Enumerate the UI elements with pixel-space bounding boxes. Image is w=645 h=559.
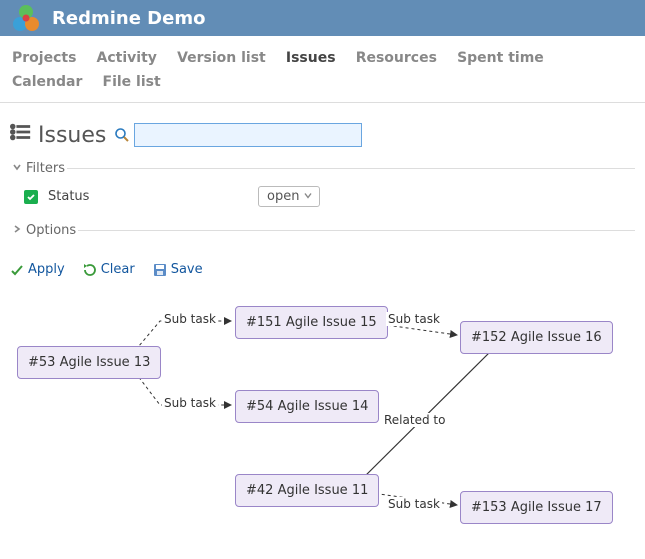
options-toggle[interactable]: Options — [10, 223, 78, 238]
nav-issues[interactable]: Issues — [278, 46, 344, 70]
nav-projects[interactable]: Projects — [4, 46, 84, 70]
issue-node-53[interactable]: #53 Agile Issue 13 — [17, 346, 161, 379]
app-title: Redmine Demo — [52, 8, 205, 29]
relations-diagram: #53 Agile Issue 13 #151 Agile Issue 15 #… — [10, 291, 635, 531]
filters-fieldset: Filters Status open — [10, 161, 635, 217]
issue-node-42[interactable]: #42 Agile Issue 11 — [235, 474, 379, 507]
search-icon[interactable] — [114, 127, 130, 143]
save-icon — [153, 263, 167, 277]
chevron-down-icon — [303, 189, 313, 204]
filters-legend: Filters — [26, 161, 65, 176]
edge-label: Sub task — [386, 497, 442, 511]
clear-button[interactable]: Clear — [83, 262, 135, 277]
issue-node-152[interactable]: #152 Agile Issue 16 — [460, 321, 613, 354]
filter-row-status: Status open — [10, 182, 635, 213]
issue-node-153[interactable]: #153 Agile Issue 17 — [460, 491, 613, 524]
clear-label: Clear — [101, 262, 135, 277]
edge-label: Sub task — [386, 312, 442, 326]
page-title-text: Issues — [38, 123, 106, 148]
apply-button[interactable]: Apply — [10, 262, 65, 277]
options-fieldset: Options — [10, 223, 635, 248]
status-select-value: open — [267, 189, 299, 204]
save-label: Save — [171, 262, 203, 277]
issue-node-151[interactable]: #151 Agile Issue 15 — [235, 306, 388, 339]
apply-label: Apply — [28, 262, 65, 277]
main-nav: Projects Activity Version list Issues Re… — [0, 36, 645, 103]
search-input[interactable] — [134, 123, 362, 147]
reload-icon — [83, 263, 97, 277]
status-checkbox[interactable] — [24, 190, 38, 204]
status-label: Status — [48, 189, 248, 204]
top-bar: Redmine Demo — [0, 0, 645, 36]
page-title: Issues — [10, 121, 106, 149]
save-button[interactable]: Save — [153, 262, 203, 277]
check-icon — [10, 263, 24, 277]
nav-resources[interactable]: Resources — [348, 46, 445, 70]
nav-activity[interactable]: Activity — [89, 46, 165, 70]
issue-node-54[interactable]: #54 Agile Issue 14 — [235, 390, 379, 423]
nav-version-list[interactable]: Version list — [169, 46, 274, 70]
filters-toggle[interactable]: Filters — [10, 161, 67, 176]
chevron-right-icon — [12, 223, 22, 238]
actions-row: Apply Clear Save — [10, 254, 635, 291]
nav-calendar[interactable]: Calendar — [4, 70, 90, 94]
nav-spent-time[interactable]: Spent time — [449, 46, 552, 70]
edge-label: Sub task — [162, 396, 218, 410]
edge-label: Sub task — [162, 312, 218, 326]
content: Issues Filters Status open Options — [0, 103, 645, 541]
status-select[interactable]: open — [258, 186, 320, 207]
list-icon — [10, 121, 32, 149]
edge-label: Related to — [382, 413, 447, 427]
chevron-down-icon — [12, 161, 22, 176]
nav-file-list[interactable]: File list — [95, 70, 169, 94]
page-title-row: Issues — [10, 121, 635, 149]
options-legend: Options — [26, 223, 76, 238]
app-logo — [10, 2, 42, 34]
